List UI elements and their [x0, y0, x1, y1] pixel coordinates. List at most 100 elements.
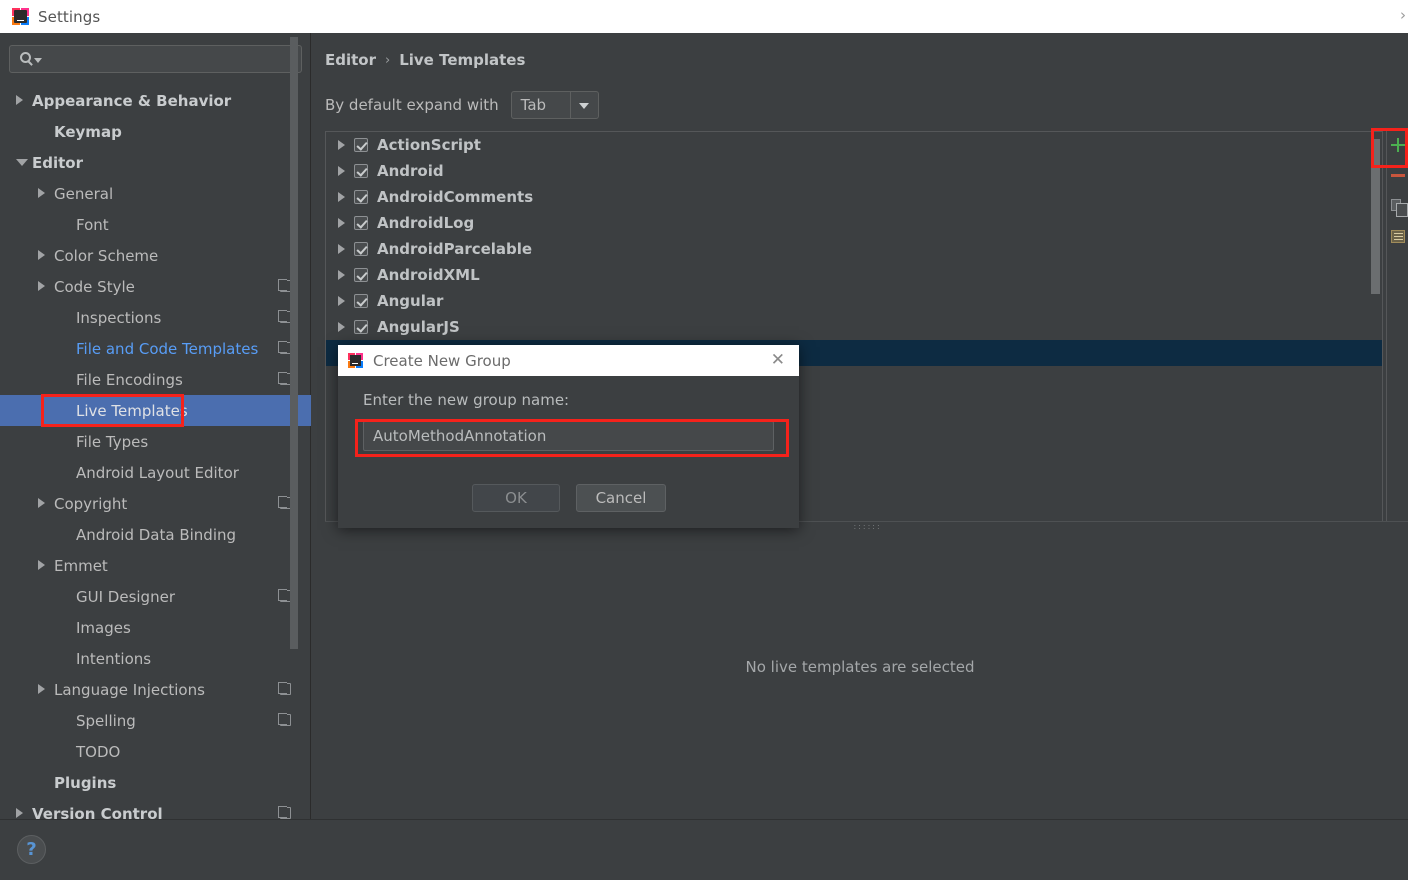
sidebar-item-label: Images — [76, 618, 131, 637]
dialog-cancel-button[interactable]: Cancel — [576, 484, 666, 512]
sidebar-item-label: GUI Designer — [76, 587, 175, 606]
template-group-checkbox[interactable] — [354, 190, 368, 204]
group-name-input[interactable]: AutoMethodAnnotation — [363, 421, 774, 451]
sidebar-item-color-scheme[interactable]: Color Scheme — [0, 240, 311, 271]
template-group-label: ActionScript — [377, 136, 481, 154]
sidebar-item-label: Live Templates — [76, 401, 188, 420]
list-scrollbar-thumb[interactable] — [1371, 139, 1380, 294]
chevron-right-icon[interactable] — [338, 270, 345, 280]
sidebar-item-appearance-behavior[interactable]: Appearance & Behavior — [0, 85, 311, 116]
close-icon[interactable]: ✕ — [771, 352, 785, 369]
sidebar-item-label: Plugins — [54, 773, 117, 792]
restore-defaults-button[interactable] — [1387, 224, 1408, 250]
sidebar-item-file-and-code-templates[interactable]: File and Code Templates — [0, 333, 311, 364]
chevron-right-icon[interactable] — [38, 684, 45, 694]
copy-settings-icon[interactable] — [278, 682, 291, 695]
sidebar-item-editor[interactable]: Editor — [0, 147, 311, 178]
duplicate-template-button[interactable] — [1387, 193, 1408, 219]
template-group-row[interactable]: AndroidParcelable — [326, 236, 1382, 262]
template-group-row[interactable]: AndroidComments — [326, 184, 1382, 210]
chevron-right-icon[interactable] — [338, 166, 345, 176]
sidebar-item-file-types[interactable]: File Types — [0, 426, 311, 457]
sidebar-item-label: Spelling — [76, 711, 136, 730]
chevron-right-icon[interactable] — [38, 498, 45, 508]
template-group-checkbox[interactable] — [354, 268, 368, 282]
copy-settings-icon[interactable] — [278, 806, 291, 819]
minus-icon — [1391, 174, 1405, 177]
chevron-right-icon[interactable] — [338, 244, 345, 254]
template-group-label: AndroidXML — [377, 266, 480, 284]
chevron-right-icon[interactable] — [38, 250, 45, 260]
search-input[interactable] — [9, 45, 302, 73]
sidebar-item-version-control[interactable]: Version Control — [0, 798, 311, 819]
sidebar-item-emmet[interactable]: Emmet — [0, 550, 311, 581]
template-group-row[interactable]: Android — [326, 158, 1382, 184]
breadcrumb-parent[interactable]: Editor — [325, 51, 376, 69]
template-group-label: AndroidComments — [377, 188, 534, 206]
chevron-right-icon[interactable]: › — [1400, 8, 1406, 23]
chevron-down-icon[interactable] — [34, 58, 42, 63]
chevron-right-icon[interactable] — [38, 188, 45, 198]
splitter-grip-icon: :::::: — [853, 524, 880, 529]
sidebar-item-label: Keymap — [54, 122, 122, 141]
sidebar-item-label: Copyright — [54, 494, 128, 513]
template-group-row[interactable]: AndroidXML — [326, 262, 1382, 288]
chevron-right-icon[interactable] — [338, 192, 345, 202]
dialog-ok-button[interactable]: OK — [472, 484, 560, 512]
template-group-checkbox[interactable] — [354, 138, 368, 152]
settings-category-tree[interactable]: Appearance & Behavior Keymap Editor General… — [0, 85, 311, 819]
template-group-checkbox[interactable] — [354, 320, 368, 334]
sidebar-item-label: General — [54, 184, 114, 203]
sidebar-scrollbar[interactable] — [290, 33, 304, 767]
chevron-down-icon[interactable] — [578, 103, 589, 109]
chevron-down-icon[interactable] — [16, 159, 28, 166]
add-template-button[interactable] — [1387, 131, 1408, 157]
sidebar-item-spelling[interactable]: Spelling — [0, 705, 311, 736]
sidebar-item-inspections[interactable]: Inspections — [0, 302, 311, 333]
chevron-right-icon[interactable] — [16, 95, 23, 105]
sidebar-item-copyright[interactable]: Copyright — [0, 488, 311, 519]
sidebar-item-file-encodings[interactable]: File Encodings — [0, 364, 311, 395]
expand-with-value: Tab — [520, 96, 547, 114]
sidebar-item-todo[interactable]: TODO — [0, 736, 311, 767]
sidebar-item-android-layout-editor[interactable]: Android Layout Editor — [0, 457, 311, 488]
template-group-checkbox[interactable] — [354, 294, 368, 308]
sidebar-item-gui-designer[interactable]: GUI Designer — [0, 581, 311, 612]
template-group-checkbox[interactable] — [354, 216, 368, 230]
sidebar-item-live-templates[interactable]: Live Templates — [0, 395, 311, 426]
search-icon — [20, 52, 31, 63]
chevron-right-icon[interactable] — [338, 296, 345, 306]
chevron-right-icon[interactable] — [38, 281, 45, 291]
expand-with-select[interactable]: Tab — [510, 91, 599, 119]
sidebar-item-keymap[interactable]: Keymap — [0, 116, 311, 147]
sidebar-scrollbar-thumb[interactable] — [290, 37, 298, 649]
sidebar-item-label: Inspections — [76, 308, 162, 327]
help-button[interactable]: ? — [17, 835, 46, 864]
dialog-title-bar: Create New Group ✕ — [338, 345, 799, 376]
sidebar-item-label: File and Code Templates — [76, 339, 259, 358]
sidebar-item-label: Color Scheme — [54, 246, 159, 265]
copy-settings-icon[interactable] — [278, 713, 291, 726]
template-group-row[interactable]: AndroidLog — [326, 210, 1382, 236]
template-group-checkbox[interactable] — [354, 164, 368, 178]
sidebar-item-images[interactable]: Images — [0, 612, 311, 643]
chevron-right-icon[interactable] — [38, 560, 45, 570]
chevron-right-icon[interactable] — [338, 218, 345, 228]
sidebar-item-android-data-binding[interactable]: Android Data Binding — [0, 519, 311, 550]
template-group-row[interactable]: AngularJS — [326, 314, 1382, 340]
sidebar-item-language-injections[interactable]: Language Injections — [0, 674, 311, 705]
chevron-right-icon[interactable] — [338, 140, 345, 150]
template-group-row[interactable]: ActionScript — [326, 132, 1382, 158]
template-group-checkbox[interactable] — [354, 242, 368, 256]
remove-template-button[interactable] — [1387, 162, 1408, 188]
template-group-row[interactable]: Angular — [326, 288, 1382, 314]
sidebar-item-plugins[interactable]: Plugins — [0, 767, 311, 798]
chevron-right-icon[interactable] — [16, 808, 23, 818]
breadcrumb-current: Live Templates — [399, 51, 526, 69]
sidebar-item-intentions[interactable]: Intentions — [0, 643, 311, 674]
sidebar-item-label: Code Style — [54, 277, 135, 296]
chevron-right-icon[interactable] — [338, 322, 345, 332]
sidebar-item-general[interactable]: General — [0, 178, 311, 209]
sidebar-item-code-style[interactable]: Code Style — [0, 271, 311, 302]
sidebar-item-font[interactable]: Font — [0, 209, 311, 240]
